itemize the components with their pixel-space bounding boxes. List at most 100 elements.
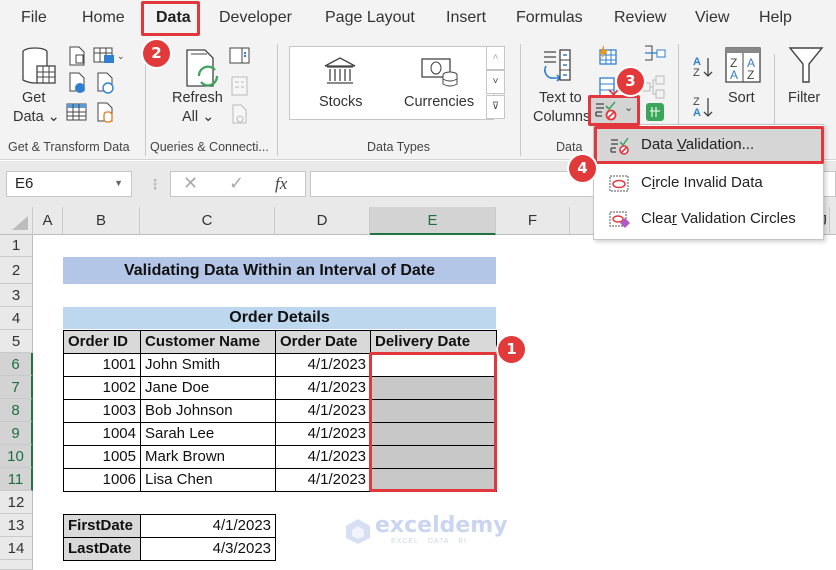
from-table-icon[interactable] (66, 102, 88, 122)
group-separator (277, 44, 278, 156)
row-header[interactable]: 3 (0, 284, 33, 307)
flash-fill-icon[interactable] (596, 44, 618, 66)
header-order-id[interactable]: Order ID (63, 330, 141, 354)
relationships-icon[interactable] (641, 74, 667, 100)
from-web-icon[interactable] (67, 72, 87, 94)
cancel-icon[interactable]: ✕ (183, 173, 198, 194)
order-date-cell[interactable]: 4/1/2023 (275, 399, 371, 423)
column-header-b[interactable]: B (63, 207, 140, 235)
order-date-cell[interactable]: 4/1/2023 (275, 468, 371, 492)
customer-name-cell[interactable]: Mark Brown (140, 445, 276, 469)
bank-icon (324, 57, 356, 84)
tab-review[interactable]: Review (614, 9, 666, 27)
name-box[interactable]: E6 ▼ (6, 171, 132, 197)
queries-connections-icon[interactable] (229, 46, 251, 66)
gallery-expand[interactable]: ⊽ (486, 95, 505, 119)
order-date-cell[interactable]: 4/1/2023 (275, 445, 371, 469)
filter-icon (788, 47, 824, 83)
tab-home[interactable]: Home (82, 9, 125, 27)
sheet-title[interactable]: Validating Data Within an Interval of Da… (63, 257, 496, 284)
svg-text:Z: Z (693, 67, 700, 79)
row-header[interactable]: 2 (0, 257, 33, 284)
properties-icon[interactable] (231, 76, 249, 96)
group-label-queries: Queries & Connecti... (150, 140, 269, 154)
row-header[interactable]: 11 (0, 468, 33, 491)
order-id-cell[interactable]: 1003 (63, 399, 141, 423)
row-header[interactable]: 9 (0, 422, 33, 445)
from-text-icon[interactable] (67, 46, 87, 66)
row-header[interactable]: 7 (0, 376, 33, 399)
menu-item-circle-invalid-data[interactable]: Circle Invalid Data (595, 167, 823, 199)
group-label-data-tools: Data (556, 140, 583, 154)
existing-connections-icon[interactable] (95, 102, 115, 124)
currency-icon (421, 58, 458, 87)
tab-developer[interactable]: Developer (219, 9, 292, 27)
select-all-corner[interactable] (0, 207, 33, 235)
row-header[interactable]: 5 (0, 330, 33, 353)
tab-page-layout[interactable]: Page Layout (325, 9, 415, 27)
clear-validation-circles-icon (609, 211, 630, 228)
tab-help[interactable]: Help (759, 9, 792, 27)
step-badge-2: 2 (143, 40, 170, 67)
enter-icon[interactable]: ✓ (229, 173, 244, 194)
formula-bar-grip-icon[interactable]: ⋮ (148, 176, 162, 193)
exceldemy-watermark: exceldemy EXCEL · DATA · BI (345, 513, 508, 546)
select-all-triangle-icon (12, 216, 28, 230)
table-title[interactable]: Order Details (63, 307, 496, 329)
order-date-cell[interactable]: 4/1/2023 (275, 422, 371, 446)
insert-function-icon[interactable]: fx (275, 174, 287, 194)
param-value[interactable]: 4/1/2023 (140, 514, 276, 538)
param-label[interactable]: FirstDate (63, 514, 141, 538)
column-header-e[interactable]: E (370, 207, 496, 235)
gallery-scroll-down[interactable]: ˅ (486, 70, 505, 94)
tab-insert[interactable]: Insert (446, 9, 486, 27)
column-header-d[interactable]: D (275, 207, 370, 235)
from-picture-icon[interactable]: ⌄ (93, 46, 127, 66)
row-header[interactable]: 14 (0, 537, 33, 560)
step-badge-4: 4 (569, 155, 596, 182)
gallery-scroll-up[interactable]: ˄ (486, 46, 505, 70)
row-header[interactable]: 13 (0, 514, 33, 537)
tab-file[interactable]: File (21, 9, 47, 27)
row-header[interactable]: 1 (0, 235, 33, 257)
param-label[interactable]: LastDate (63, 537, 141, 561)
customer-name-cell[interactable]: Sarah Lee (140, 422, 276, 446)
order-date-cell[interactable]: 4/1/2023 (275, 376, 371, 400)
tab-formulas[interactable]: Formulas (516, 9, 583, 27)
param-value[interactable]: 4/3/2023 (140, 537, 276, 561)
sort-a-to-z-icon[interactable]: AZ (690, 54, 716, 80)
column-header-a[interactable]: A (33, 207, 63, 235)
customer-name-cell[interactable]: John Smith (140, 353, 276, 377)
order-id-cell[interactable]: 1002 (63, 376, 141, 400)
customer-name-cell[interactable]: Bob Johnson (140, 399, 276, 423)
row-header[interactable]: 10 (0, 445, 33, 468)
header-order-date[interactable]: Order Date (275, 330, 371, 354)
order-id-cell[interactable]: 1001 (63, 353, 141, 377)
order-date-cell[interactable]: 4/1/2023 (275, 353, 371, 377)
recent-sources-icon[interactable] (95, 72, 115, 94)
name-box-dropdown-icon[interactable]: ▼ (114, 178, 123, 188)
customer-name-cell[interactable]: Lisa Chen (140, 468, 276, 492)
row-header[interactable]: 8 (0, 399, 33, 422)
group-separator (774, 54, 775, 134)
edit-links-icon[interactable] (231, 104, 249, 126)
row-header[interactable]: 12 (0, 491, 33, 514)
row-header[interactable]: 6 (0, 353, 33, 376)
data-validation-button-highlight (588, 95, 640, 126)
row-header[interactable] (0, 560, 33, 570)
column-header-c[interactable]: C (140, 207, 275, 235)
menu-item-clear-validation-circles[interactable]: Clear Validation Circles (595, 203, 823, 235)
header-delivery-date[interactable]: Delivery Date (370, 330, 497, 354)
order-id-cell[interactable]: 1005 (63, 445, 141, 469)
customer-name-cell[interactable]: Jane Doe (140, 376, 276, 400)
tab-view[interactable]: View (695, 9, 729, 27)
sort-z-to-a-icon[interactable]: ZA (690, 94, 716, 120)
manage-data-model-icon[interactable] (644, 101, 666, 123)
svg-text:A: A (693, 107, 701, 119)
header-customer-name[interactable]: Customer Name (140, 330, 276, 354)
order-id-cell[interactable]: 1004 (63, 422, 141, 446)
order-id-cell[interactable]: 1006 (63, 468, 141, 492)
consolidate-icon[interactable] (643, 44, 667, 64)
column-header-f[interactable]: F (496, 207, 570, 235)
row-header[interactable]: 4 (0, 307, 33, 330)
